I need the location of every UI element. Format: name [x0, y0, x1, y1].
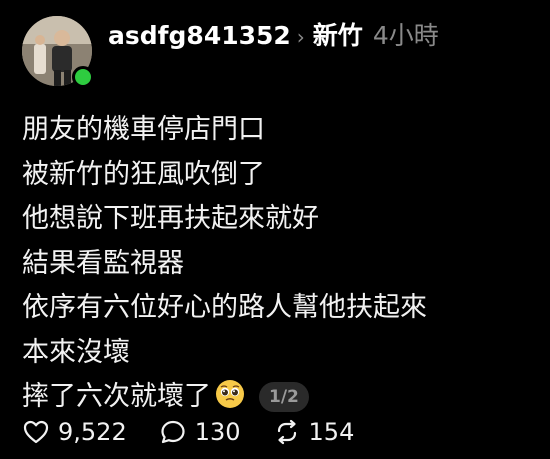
- timestamp: 4小時: [372, 21, 439, 50]
- comment-button[interactable]: 130: [159, 418, 241, 446]
- like-count: 9,522: [58, 418, 127, 446]
- pleading-face-icon: [216, 380, 244, 408]
- online-status-indicator: [72, 66, 94, 88]
- heart-icon: [23, 420, 49, 444]
- repost-icon: [277, 419, 296, 445]
- chevron-right-icon: ›: [296, 25, 305, 49]
- repost-count: 154: [308, 418, 355, 446]
- post-body: 朋友的機車停店門口 被新竹的狂風吹倒了 他想說下班再扶起來就好 結果看監視器 依…: [22, 108, 532, 420]
- post-line: 摔了六次就壞了: [22, 381, 211, 412]
- post-line: 他想說下班再扶起來就好: [22, 203, 319, 234]
- post-header: asdfg841352 › 新竹 4小時: [108, 18, 528, 55]
- post-line: 依序有六位好心的路人幫他扶起來: [22, 292, 427, 323]
- comment-bubble-icon: [161, 420, 185, 444]
- location-link[interactable]: 新竹: [313, 21, 363, 50]
- image-page-indicator[interactable]: 1/2: [259, 382, 309, 412]
- action-bar: 9,522 130 154: [22, 418, 386, 446]
- username-link[interactable]: asdfg841352: [108, 21, 291, 50]
- post-line: 結果看監視器: [22, 247, 184, 279]
- comment-count: 130: [194, 418, 241, 446]
- repost-button[interactable]: 154: [273, 418, 355, 446]
- post-line: 朋友的機車停店門口: [22, 114, 265, 145]
- post-line: 本來沒壞: [22, 336, 130, 368]
- post-line: 被新竹的狂風吹倒了: [22, 158, 265, 190]
- like-button[interactable]: 9,522: [22, 418, 127, 446]
- post-last-line: 摔了六次就壞了 1/2: [22, 375, 532, 420]
